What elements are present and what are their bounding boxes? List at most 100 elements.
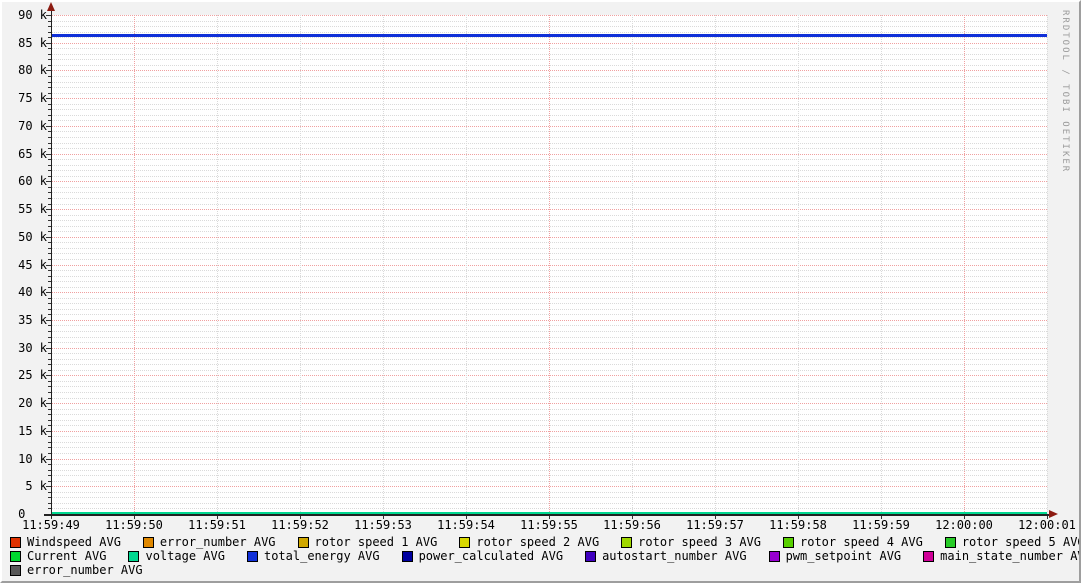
y-tick-label: 50 k (18, 229, 47, 244)
x-tick-label: 11:59:49 (22, 518, 80, 532)
x-tick-label: 12:00:01 (1018, 518, 1076, 532)
y-tick-label: 65 k (18, 146, 47, 161)
legend-label: pwm_setpoint AVG (785, 549, 902, 563)
x-tick-label: 12:00:00 (935, 518, 993, 532)
gridline-v-minor (300, 15, 301, 514)
y-tick-label: 20 k (18, 396, 47, 411)
legend-label: error_number AVG (159, 535, 276, 549)
y-tick-label: 5 k (25, 479, 47, 494)
y-tick-label: 85 k (18, 35, 47, 50)
y-axis-line (51, 9, 52, 518)
legend-color-swatch (10, 564, 21, 576)
y-tick-label: 80 k (18, 63, 47, 78)
legend-item: rotor speed 4 AVG (783, 535, 923, 549)
y-tick-label: 25 k (18, 368, 47, 383)
x-tick-label: 11:59:59 (852, 518, 910, 532)
gridline-v-major (549, 15, 550, 514)
legend-label: total_energy AVG (263, 549, 380, 563)
gridline-v-major (134, 15, 135, 514)
legend-color-swatch (768, 550, 780, 562)
plot-area (51, 15, 1048, 514)
gridline-v-minor (881, 15, 882, 514)
legend-label: power_calculated AVG (418, 549, 564, 563)
legend-item: rotor speed 2 AVG (459, 535, 599, 549)
y-tick-label: 35 k (18, 312, 47, 327)
legend-label: main_state_number AVG (940, 549, 1081, 563)
y-tick-label: 40 k (18, 285, 47, 300)
legend-label: voltage AVG (145, 549, 225, 563)
x-axis-line (44, 514, 1050, 516)
rrdtool-graph-canvas: 90 k 85 k 80 k 75 k 70 k 65 k 60 k 55 k 50 k 45 k… (0, 0, 1081, 583)
x-tick-label: 11:59:51 (188, 518, 246, 532)
gridline-v-minor (383, 15, 384, 514)
gridline-v-minor (632, 15, 633, 514)
x-tick-label: 11:59:53 (354, 518, 412, 532)
x-tick-label: 11:59:54 (437, 518, 495, 532)
legend-item: Windspeed AVG (10, 535, 121, 549)
legend-item: Current AVG (10, 549, 106, 563)
y-axis-arrow-icon (47, 2, 55, 11)
x-tick-label: 11:59:55 (520, 518, 578, 532)
legend-item: main_state_number AVG (923, 549, 1081, 563)
legend-color-swatch (944, 536, 956, 548)
y-tick-label: 15 k (18, 423, 47, 438)
x-tick-label: 11:59:57 (686, 518, 744, 532)
y-tick-label: 45 k (18, 257, 47, 272)
y-tick-label: 70 k (18, 118, 47, 133)
y-tick-label: 60 k (18, 174, 47, 189)
legend-item: error_number AVG (10, 563, 143, 577)
y-tick-label: 10 k (18, 451, 47, 466)
legend-item: voltage AVG (128, 549, 225, 563)
legend: Windspeed AVG error_number AVG rotor speed… (10, 535, 1081, 577)
legend-row: Current AVG voltage AVG total_energy AVG po… (10, 549, 1081, 563)
y-tick-label: 30 k (18, 340, 47, 355)
legend-color-swatch (621, 536, 633, 548)
legend-label: rotor speed 2 AVG (476, 535, 600, 549)
rrdtool-watermark: RRDTOOL / TOBI OETIKER (1060, 10, 1070, 174)
gridline-v-minor (217, 15, 218, 514)
legend-color-swatch (128, 550, 140, 562)
legend-item: power_calculated AVG (401, 549, 564, 563)
legend-color-swatch (10, 536, 21, 548)
x-tick-label: 11:59:50 (105, 518, 163, 532)
legend-row: error_number AVG (10, 563, 1079, 577)
legend-label: Windspeed AVG (27, 535, 121, 549)
legend-label: rotor speed 4 AVG (800, 535, 923, 549)
legend-item: autostart_number AVG (585, 549, 747, 563)
gridline-v-major (964, 15, 965, 514)
y-tick-label: 90 k (18, 8, 47, 22)
legend-item: rotor speed 1 AVG (297, 535, 438, 549)
legend-color-swatch (142, 536, 154, 548)
legend-color-swatch (401, 550, 413, 562)
legend-color-swatch (923, 550, 935, 562)
legend-item: rotor speed 5 AVG (944, 535, 1081, 549)
legend-color-swatch (585, 550, 597, 562)
gridline-v-minor (466, 15, 467, 514)
legend-label: rotor speed 5 AVG (961, 535, 1081, 549)
legend-color-swatch (459, 536, 471, 548)
legend-label: autostart_number AVG (602, 549, 747, 563)
legend-color-swatch (297, 536, 309, 548)
legend-label: Current AVG (27, 549, 107, 563)
legend-item: error_number AVG (142, 535, 276, 549)
legend-item: pwm_setpoint AVG (768, 549, 902, 563)
x-tick-label: 11:59:52 (271, 518, 329, 532)
y-tick-label: 55 k (18, 202, 47, 217)
legend-color-swatch (783, 536, 794, 548)
gridline-v-minor (798, 15, 799, 514)
x-tick-label: 11:59:58 (769, 518, 827, 532)
y-tick-label: 75 k (18, 91, 47, 106)
gridline-v-minor (715, 15, 716, 514)
legend-label: rotor speed 3 AVG (638, 535, 761, 549)
x-tick-label: 11:59:56 (603, 518, 661, 532)
legend-row: Windspeed AVG error_number AVG rotor speed… (10, 535, 1081, 549)
legend-label: error_number AVG (27, 563, 143, 577)
x-axis-arrow-icon (1049, 510, 1058, 518)
legend-item: total_energy AVG (246, 549, 380, 563)
gridline-v-minor (1047, 15, 1048, 514)
legend-color-swatch (246, 550, 258, 562)
series-line-total_energy-avg (51, 34, 1047, 37)
legend-color-swatch (10, 550, 21, 562)
legend-item: rotor speed 3 AVG (621, 535, 761, 549)
legend-label: rotor speed 1 AVG (314, 535, 438, 549)
